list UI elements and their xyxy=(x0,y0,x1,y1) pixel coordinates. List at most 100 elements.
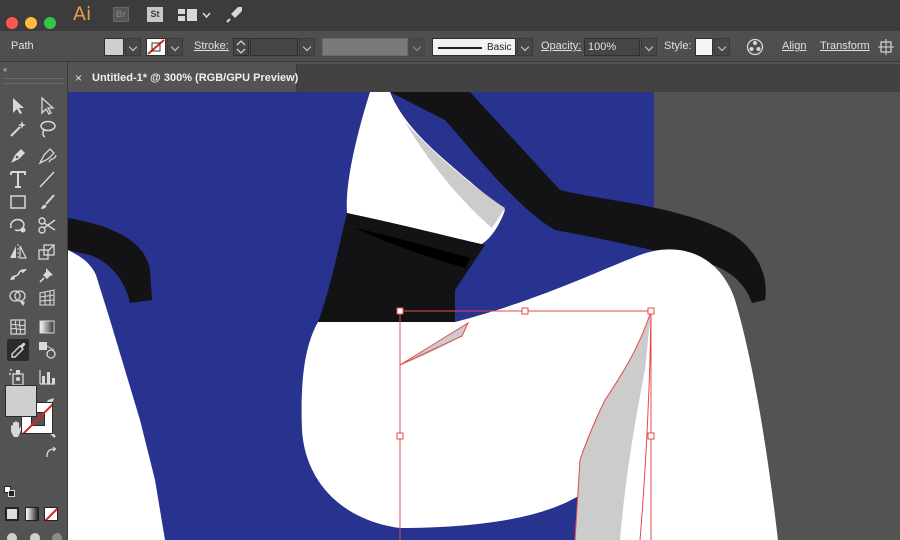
brush-stroke-preview xyxy=(438,47,482,49)
mesh-icon xyxy=(10,319,26,335)
gradient-tool[interactable] xyxy=(36,316,58,338)
magic-wand-tool[interactable] xyxy=(7,118,29,140)
mesh-tool[interactable] xyxy=(7,316,29,338)
opacity-panel-link[interactable]: Opacity: xyxy=(541,31,581,62)
gradient-icon xyxy=(39,320,55,334)
graphic-style-dropdown[interactable] xyxy=(714,38,730,56)
line-segment-tool[interactable] xyxy=(36,168,58,190)
stroke-weight-input[interactable] xyxy=(250,38,298,56)
bbox-handle-top-mid xyxy=(521,307,529,315)
bbox-handle-mid-right xyxy=(647,432,655,440)
selection-icon xyxy=(13,98,24,114)
graphic-style-swatch[interactable] xyxy=(695,38,713,56)
stroke-weight-stepper[interactable] xyxy=(233,38,249,56)
eyedropper-icon xyxy=(11,342,26,358)
direct-selection-icon xyxy=(41,96,55,115)
blend-icon xyxy=(39,342,56,359)
type-tool[interactable] xyxy=(7,168,29,190)
align-panel-link[interactable]: Align xyxy=(782,31,806,62)
bridge-button[interactable]: Br xyxy=(113,7,129,22)
rectangle-icon xyxy=(10,195,26,209)
variable-width-profile[interactable] xyxy=(322,38,408,56)
opacity-slider-toggle[interactable] xyxy=(641,38,657,56)
none-mode-button[interactable] xyxy=(44,507,58,521)
perspective-grid-icon xyxy=(39,289,55,306)
recolor-artwork-icon[interactable] xyxy=(746,38,764,56)
gradient-mode-button[interactable] xyxy=(25,507,39,521)
line-segment-icon xyxy=(39,171,55,188)
stock-button[interactable]: St xyxy=(147,7,163,22)
bbox-handle-top-right xyxy=(647,307,655,315)
shape-builder-icon xyxy=(9,290,26,306)
bbox-handle-mid-left xyxy=(396,432,404,440)
scissors-tool[interactable] xyxy=(36,214,58,236)
window-close-button[interactable] xyxy=(6,17,18,29)
shape-builder-tool[interactable] xyxy=(7,287,29,309)
document-tab-bar: × Untitled-1* @ 300% (RGB/GPU Preview) xyxy=(68,64,900,92)
paintbrush-icon xyxy=(41,194,55,209)
lasso-tool[interactable] xyxy=(36,118,58,140)
perspective-grid-tool[interactable] xyxy=(36,287,58,309)
pin-tool[interactable] xyxy=(36,264,58,286)
scale-icon xyxy=(38,244,55,260)
arrange-documents-icon[interactable] xyxy=(177,8,213,22)
bbox-handle-top-left xyxy=(396,307,404,315)
scissors-icon xyxy=(38,217,56,234)
isolate-selected-icon[interactable] xyxy=(877,38,895,56)
brush-definition-label: Basic xyxy=(487,42,512,53)
puppet-warp-icon xyxy=(10,268,27,281)
document-tab[interactable]: × Untitled-1* @ 300% (RGB/GPU Preview) xyxy=(68,64,299,92)
application-bar: Ai Br St xyxy=(0,0,900,31)
transform-panel-link[interactable]: Transform xyxy=(820,31,870,62)
gpu-performance-icon[interactable] xyxy=(225,4,245,24)
brush-definition-field[interactable]: Basic xyxy=(432,38,516,56)
window-zoom-button[interactable] xyxy=(44,17,56,29)
fill-swatch[interactable] xyxy=(5,385,37,417)
artwork xyxy=(68,92,778,540)
fill-color-dropdown[interactable] xyxy=(125,38,141,56)
shaper-icon xyxy=(9,218,26,233)
opacity-input[interactable]: 100% xyxy=(584,38,640,56)
direct-selection-tool[interactable] xyxy=(36,95,58,117)
color-mode-button[interactable] xyxy=(5,507,19,521)
stroke-panel-link[interactable]: Stroke: xyxy=(194,31,229,62)
column-graph-tool[interactable] xyxy=(36,366,58,388)
variable-width-dropdown[interactable] xyxy=(409,38,425,56)
pin-icon xyxy=(39,268,53,283)
stroke-color-swatch[interactable] xyxy=(146,38,166,56)
opacity-value: 100% xyxy=(588,41,617,53)
fill-color-swatch[interactable] xyxy=(104,38,124,56)
canvas-area[interactable] xyxy=(68,92,900,540)
scale-tool[interactable] xyxy=(36,241,58,263)
eyedropper-tool[interactable] xyxy=(7,339,29,361)
shaper-tool[interactable] xyxy=(7,214,29,236)
paintbrush-tool[interactable] xyxy=(36,191,58,213)
panel-grip[interactable] xyxy=(5,78,63,84)
reflect-icon xyxy=(10,244,27,260)
brush-definition-dropdown[interactable] xyxy=(517,38,533,56)
control-bar: Path Stroke: Basic Opacity: 100% Style: … xyxy=(0,31,900,62)
pen-icon xyxy=(11,149,25,163)
blend-tool[interactable] xyxy=(36,339,58,361)
window-minimize-button[interactable] xyxy=(25,17,37,29)
default-fill-stroke-icon[interactable] xyxy=(4,486,15,497)
selection-tool[interactable] xyxy=(7,95,29,117)
illustrator-logo: Ai xyxy=(73,3,92,25)
close-document-icon[interactable]: × xyxy=(75,71,82,85)
column-graph-icon xyxy=(39,370,55,385)
curvature-icon xyxy=(38,148,57,165)
document-tab-title: Untitled-1* @ 300% (RGB/GPU Preview) xyxy=(92,72,299,84)
none-slash xyxy=(45,508,57,520)
pen-tool[interactable] xyxy=(7,145,29,167)
draw-modes-icon[interactable] xyxy=(5,530,65,540)
collapse-panel-icon[interactable]: ‹‹ xyxy=(3,65,7,74)
reflect-tool[interactable] xyxy=(7,241,29,263)
lasso-icon xyxy=(40,120,56,138)
stepper-arrows-icon xyxy=(236,40,246,54)
puppet-warp-tool[interactable] xyxy=(7,264,29,286)
stroke-color-dropdown[interactable] xyxy=(167,38,183,56)
curvature-tool[interactable] xyxy=(36,145,58,167)
swap-fill-stroke-icon[interactable] xyxy=(45,447,57,459)
stroke-weight-dropdown[interactable] xyxy=(299,38,315,56)
rectangle-tool[interactable] xyxy=(7,191,29,213)
